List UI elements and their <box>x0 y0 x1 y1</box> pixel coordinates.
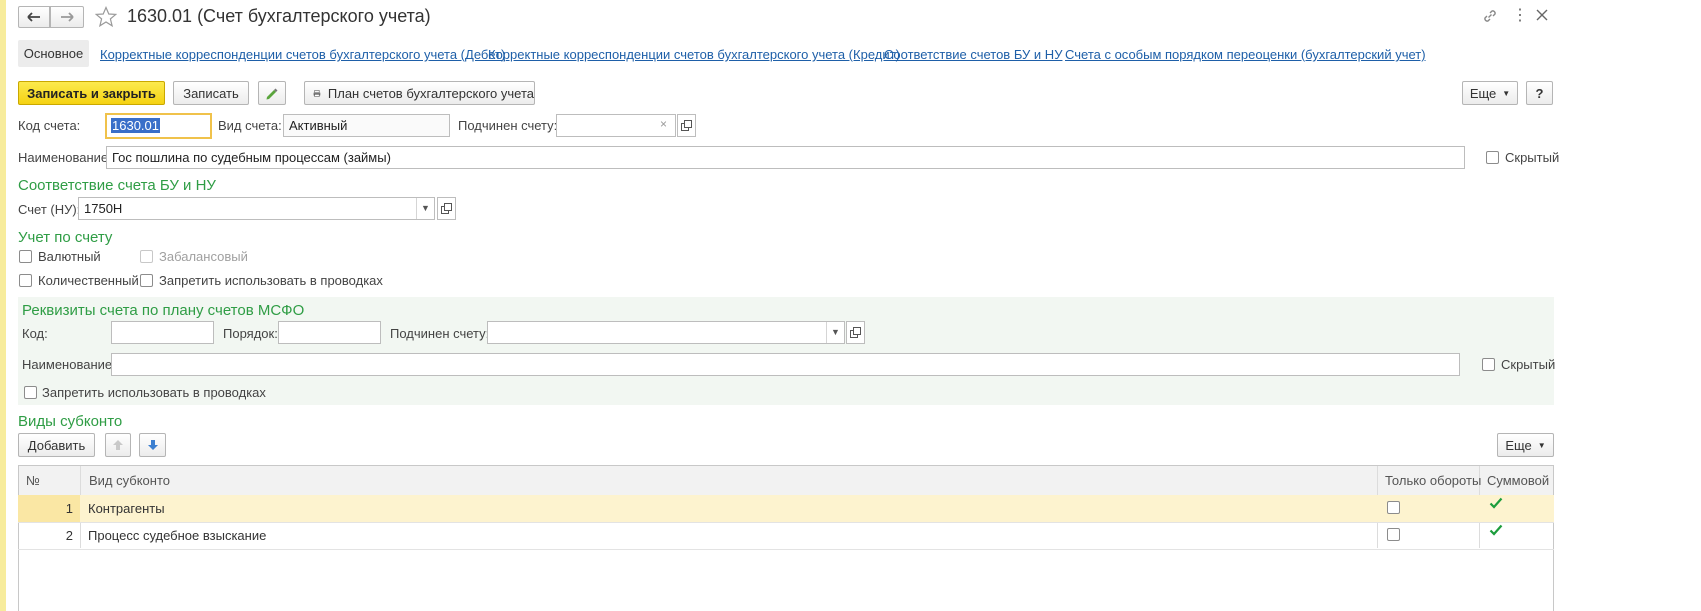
row-number: 2 <box>65 528 73 543</box>
column-header-kind[interactable]: Вид субконто <box>89 473 170 488</box>
parent-account-field[interactable] <box>556 114 676 137</box>
chart-of-accounts-button[interactable]: План счетов бухгалтерского учета <box>304 81 535 105</box>
ifrs-forbid-postings-label: Запретить использовать в проводках <box>42 385 266 400</box>
tax-account-value: 1750Н <box>84 201 123 216</box>
ifrs-order-label: Порядок: <box>223 326 278 341</box>
favorite-star-icon[interactable] <box>94 5 118 31</box>
accounting-section-title: Учет по счету <box>18 229 113 246</box>
tab-main[interactable]: Основное <box>18 40 89 67</box>
ifrs-parent-dropdown-icon[interactable]: ▼ <box>826 322 844 343</box>
bu-nu-section-title: Соответствие счета БУ и НУ <box>18 177 216 194</box>
tab-special-revaluation[interactable]: Счета с особым порядком переоценки (бухг… <box>1065 47 1426 62</box>
tab-main-label: Основное <box>23 46 84 61</box>
printer-icon <box>313 89 321 97</box>
forward-arrow-icon <box>61 12 74 22</box>
ifrs-name-label: Наименование: <box>22 357 116 372</box>
tax-account-dropdown-icon[interactable]: ▼ <box>416 198 434 219</box>
back-button[interactable] <box>18 6 50 28</box>
column-header-sum[interactable]: Суммовой <box>1487 473 1549 488</box>
arrow-down-icon <box>147 440 158 450</box>
tab-credit-correspondence[interactable]: Корректные корреспонденции счетов бухгал… <box>488 47 900 62</box>
left-edge-strip <box>0 0 6 611</box>
ifrs-forbid-postings-checkbox[interactable] <box>24 386 37 399</box>
check-icon[interactable] <box>1489 523 1503 540</box>
window-title: 1630.01 (Счет бухгалтерского учета) <box>127 6 431 26</box>
ifrs-code-field[interactable] <box>111 321 214 344</box>
hidden-label: Скрытый <box>1505 150 1560 165</box>
account-code-label: Код счета: <box>18 118 81 133</box>
save-and-close-button[interactable]: Записать и закрыть <box>18 81 165 105</box>
ifrs-section-title: Реквизиты счета по плану счетов МСФО <box>22 302 305 319</box>
quantitative-checkbox[interactable] <box>19 274 32 287</box>
dropdown-arrow-icon: ▼ <box>1502 88 1511 98</box>
open-tax-account-button[interactable] <box>437 197 456 220</box>
open-window-icon <box>850 327 861 338</box>
edit-pencil-icon <box>266 88 278 100</box>
currency-label: Валютный <box>38 249 101 264</box>
save-button[interactable]: Записать <box>173 81 249 105</box>
table-row[interactable]: 1 Контрагенты <box>18 495 1554 523</box>
column-header-num[interactable]: № <box>26 473 40 488</box>
ifrs-code-label: Код: <box>22 326 48 341</box>
link-icon[interactable] <box>1482 8 1498 27</box>
subconto-more-label: Еще <box>1505 437 1532 453</box>
tab-bu-nu-correspondence[interactable]: Соответствие счетов БУ и НУ <box>884 47 1062 62</box>
parent-account-label: Подчинен счету: <box>458 118 558 133</box>
offbalance-checkbox <box>140 250 153 263</box>
move-up-button[interactable] <box>105 433 131 457</box>
account-name-field[interactable]: Гос пошлина по судебным процессам (займы… <box>106 146 1465 169</box>
more-vertical-icon[interactable]: ⋮ <box>1512 8 1528 24</box>
more-actions-label: Еще <box>1469 85 1497 101</box>
move-down-button[interactable] <box>139 433 166 457</box>
chart-of-accounts-label: План счетов бухгалтерского учета <box>327 85 534 101</box>
open-parent-account-button[interactable] <box>677 114 696 137</box>
subconto-section-title: Виды субконто <box>18 413 123 430</box>
offbalance-label: Забалансовый <box>159 249 248 264</box>
ifrs-parent-field[interactable]: ▼ <box>487 321 845 344</box>
ifrs-hidden-label: Скрытый <box>1501 357 1556 372</box>
clear-icon[interactable]: × <box>660 117 667 131</box>
account-type-label: Вид счета: <box>218 118 282 133</box>
check-icon[interactable] <box>1489 496 1503 513</box>
add-subconto-button[interactable]: Добавить <box>18 433 95 457</box>
open-ifrs-parent-button[interactable] <box>846 321 865 344</box>
ifrs-name-field[interactable] <box>111 353 1460 376</box>
ifrs-parent-label: Подчинен счету: <box>390 326 490 341</box>
subconto-more-button[interactable]: Еще ▼ <box>1497 433 1554 457</box>
row-subconto-kind[interactable]: Контрагенты <box>88 501 165 516</box>
quantitative-label: Количественный <box>38 273 139 288</box>
help-button[interactable]: ? <box>1526 81 1553 105</box>
arrow-up-icon <box>113 440 123 450</box>
account-code-value: 1630.01 <box>111 118 160 133</box>
table-row[interactable]: 2 Процесс судебное взыскание <box>18 522 1554 550</box>
forward-button[interactable] <box>50 6 84 28</box>
dropdown-arrow-icon: ▼ <box>1537 440 1546 450</box>
row-number: 1 <box>65 501 73 516</box>
back-arrow-icon <box>27 12 40 22</box>
account-code-field[interactable]: 1630.01 <box>105 113 212 139</box>
ifrs-order-field[interactable] <box>278 321 381 344</box>
account-type-field[interactable]: Активный <box>283 114 450 137</box>
open-window-icon <box>441 203 452 214</box>
account-name-label: Наименование: <box>18 150 112 165</box>
close-icon[interactable] <box>1535 8 1549 25</box>
forbid-postings-label: Запретить использовать в проводках <box>159 273 383 288</box>
open-window-icon <box>681 120 692 131</box>
column-header-turnover-only[interactable]: Только обороты <box>1385 473 1481 488</box>
tax-account-label: Счет (НУ): <box>18 202 81 217</box>
more-actions-button[interactable]: Еще ▼ <box>1462 81 1518 105</box>
forbid-postings-checkbox[interactable] <box>140 274 153 287</box>
row-turnover-only-checkbox[interactable] <box>1387 528 1400 541</box>
hidden-checkbox[interactable] <box>1486 151 1499 164</box>
tab-debit-correspondence[interactable]: Корректные корреспонденции счетов бухгал… <box>100 47 505 62</box>
row-subconto-kind[interactable]: Процесс судебное взыскание <box>88 528 266 543</box>
tax-account-field[interactable]: 1750Н ▼ <box>78 197 435 220</box>
table-header <box>19 466 1553 496</box>
row-turnover-only-checkbox[interactable] <box>1387 501 1400 514</box>
ifrs-hidden-checkbox[interactable] <box>1482 358 1495 371</box>
currency-checkbox[interactable] <box>19 250 32 263</box>
edit-button[interactable] <box>258 81 286 105</box>
